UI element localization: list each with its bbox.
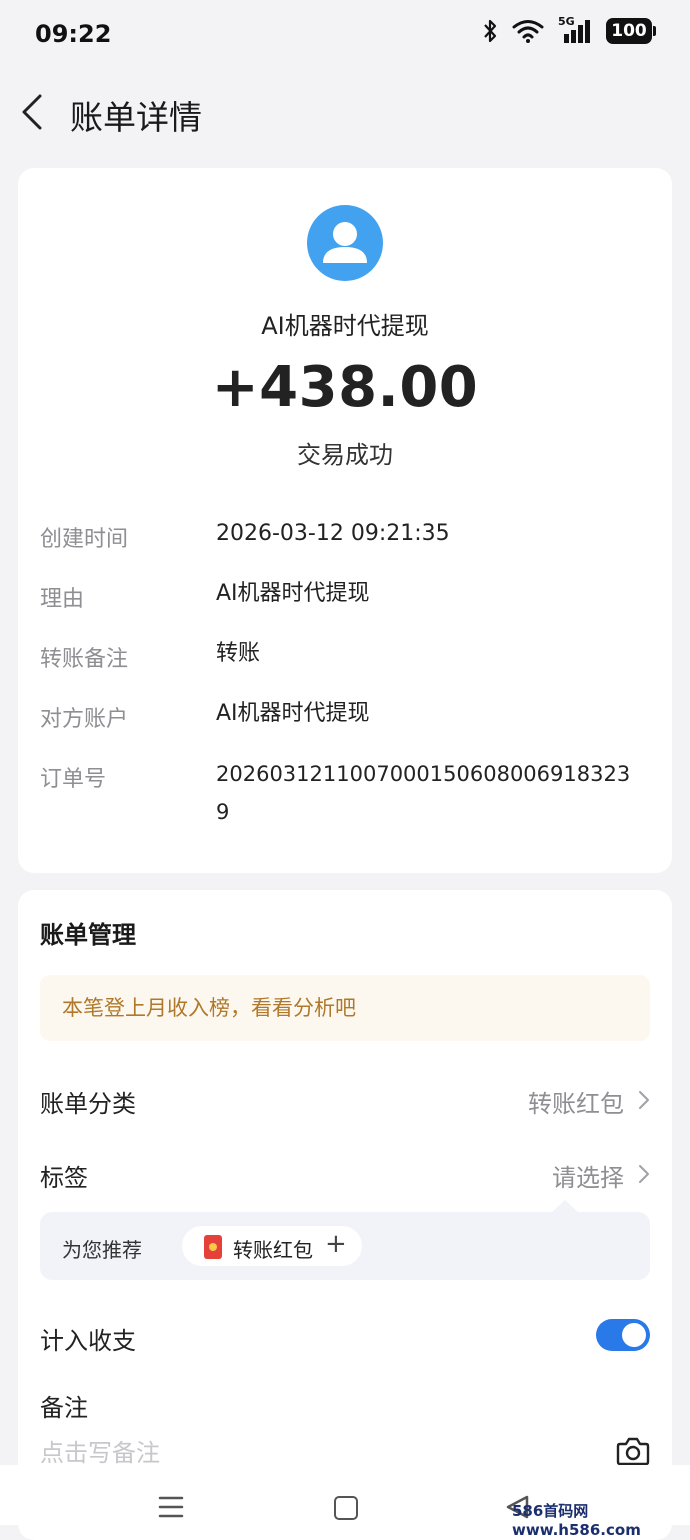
- detail-label: 理由: [40, 587, 85, 612]
- chip-label: 转账红包: [233, 1238, 313, 1262]
- bill-management-card: 账单管理 本笔登上月收入榜，看看分析吧 账单分类 转账红包 标签 请选择 为您推…: [18, 890, 672, 1540]
- recommend-tag-chip[interactable]: 转账红包 +: [182, 1226, 362, 1266]
- status-time: 09:22: [35, 20, 112, 48]
- back-arrow-icon[interactable]: [14, 90, 54, 134]
- merchant-name: AI机器时代提现: [261, 312, 429, 340]
- tag-value: 请选择: [552, 1164, 624, 1192]
- red-packet-icon: [204, 1235, 222, 1259]
- bill-category-row[interactable]: 账单分类 转账红包: [40, 1078, 650, 1122]
- transaction-card: AI机器时代提现 +438.00 交易成功 创建时间 2026-03-12 09…: [18, 168, 672, 873]
- chevron-right-icon: [639, 1165, 649, 1183]
- tag-recommend-box: 为您推荐 转账红包 +: [40, 1200, 650, 1280]
- detail-value: AI机器时代提现: [216, 581, 370, 606]
- detail-label: 对方账户: [40, 707, 129, 732]
- detail-label: 订单号: [40, 767, 107, 792]
- nav-bar: 账单详情: [0, 72, 690, 152]
- plus-icon: +: [325, 1229, 347, 1259]
- chevron-right-icon: [639, 1091, 649, 1109]
- amount: +438.00: [211, 355, 479, 420]
- user-icon: [323, 222, 367, 263]
- transaction-status: 交易成功: [297, 441, 393, 469]
- detail-label: 创建时间: [40, 527, 129, 552]
- avatar: [307, 205, 383, 281]
- bluetooth-icon: [484, 19, 497, 43]
- category-value: 转账红包: [528, 1090, 624, 1118]
- category-label: 账单分类: [40, 1090, 136, 1118]
- tag-label: 标签: [40, 1164, 88, 1192]
- detail-value: 转账: [216, 641, 261, 666]
- include-label: 计入收支: [40, 1327, 136, 1355]
- page-title: 账单详情: [70, 98, 202, 137]
- recommend-label: 为您推荐: [62, 1238, 142, 1262]
- network-badge: 5G: [558, 15, 592, 44]
- detail-label: 转账备注: [40, 647, 129, 672]
- watermark: 586首码网 www.h586.com: [512, 1502, 641, 1539]
- tag-row[interactable]: 标签 请选择: [40, 1152, 650, 1196]
- home-icon[interactable]: [334, 1496, 358, 1520]
- detail-value: 2026-03-12 09:21:35: [216, 521, 450, 546]
- detail-value: AI机器时代提现: [216, 701, 370, 726]
- signal-icon: [564, 20, 590, 43]
- system-nav-bar: 586首码网 www.h586.com: [0, 1465, 690, 1539]
- order-number-value[interactable]: 20260312110070001506080069183239: [216, 755, 640, 831]
- wifi-icon: [512, 20, 544, 43]
- income-rank-tip[interactable]: 本笔登上月收入榜，看看分析吧: [40, 975, 650, 1041]
- battery-icon: 100: [606, 18, 656, 44]
- status-bar: 09:22 5G 100: [0, 0, 690, 70]
- status-icons: 5G 100: [482, 15, 656, 44]
- camera-icon[interactable]: [616, 1436, 650, 1466]
- menu-icon[interactable]: [158, 1495, 184, 1519]
- toggle-knob: [622, 1323, 646, 1347]
- remark-row: 备注: [40, 1382, 650, 1426]
- remark-label: 备注: [40, 1394, 88, 1422]
- include-in-stats-row: 计入收支: [40, 1315, 650, 1359]
- section-title: 账单管理: [40, 921, 136, 949]
- include-toggle[interactable]: [596, 1319, 650, 1351]
